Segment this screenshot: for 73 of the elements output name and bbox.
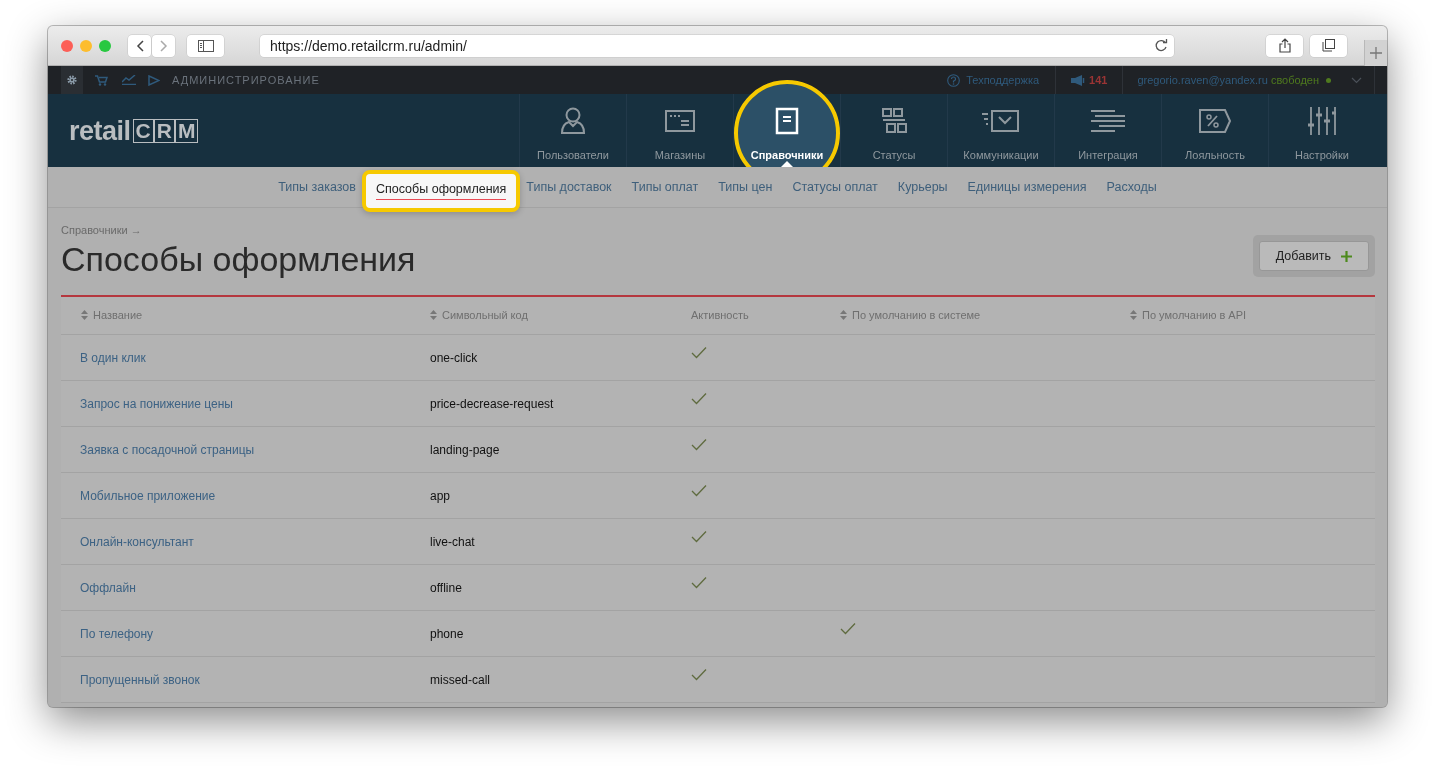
sort-icon <box>81 310 88 320</box>
plus-icon <box>1341 250 1352 262</box>
name-link[interactable]: Заявка с посадочной страницы <box>80 442 255 457</box>
discount-tag-icon <box>1199 109 1231 133</box>
envelope-icon <box>982 110 1020 132</box>
notification-count[interactable]: 141 <box>1089 74 1108 86</box>
column-header[interactable]: По умолчанию в API <box>1130 309 1247 321</box>
code-text: landing-page <box>430 442 500 457</box>
user-email[interactable]: gregorio.raven@yandex.ru <box>1137 74 1268 86</box>
name-link[interactable]: Онлайн-консультант <box>80 534 194 549</box>
support-link[interactable]: Техподдержка <box>966 74 1040 86</box>
sort-icon <box>430 310 437 320</box>
chart-icon[interactable] <box>122 75 136 85</box>
reload-icon[interactable] <box>1155 39 1168 52</box>
subnav-tab[interactable]: Типы оплат <box>621 180 709 194</box>
forward-button[interactable] <box>152 34 175 57</box>
cart-icon[interactable] <box>95 74 108 86</box>
share-button[interactable] <box>1266 34 1303 57</box>
code-text: missed-call <box>430 672 490 687</box>
sidebar-button[interactable] <box>187 34 224 57</box>
tabs-icon <box>1322 39 1335 52</box>
add-button[interactable]: Добавить <box>1258 241 1369 271</box>
tabs-button[interactable] <box>1310 34 1347 57</box>
sort-icon <box>1130 310 1137 320</box>
section-title: АДМИНИСТРИРОВАНИЕ <box>172 74 320 86</box>
page-title: Способы оформления <box>61 240 416 279</box>
code-text: phone <box>430 626 464 641</box>
subnav-tab[interactable]: Курьеры <box>887 180 958 194</box>
code-text: price-decrease-request <box>430 396 554 411</box>
column-header[interactable]: По умолчанию в системе <box>840 309 981 321</box>
name-link[interactable]: Оффлайн <box>80 580 136 595</box>
back-button[interactable] <box>128 34 151 57</box>
help-icon[interactable] <box>947 73 961 87</box>
new-tab-button[interactable] <box>1364 40 1387 66</box>
sort-icon <box>840 310 847 320</box>
subnav-tab[interactable]: Расходы <box>1096 180 1167 194</box>
settings-icon[interactable] <box>61 66 83 94</box>
zoom-window-button[interactable] <box>99 39 111 52</box>
subnav-tab[interactable]: Способы оформления <box>361 170 521 212</box>
close-window-button[interactable] <box>61 39 73 52</box>
address-bar[interactable]: https://demo.retailcrm.ru/admin/ <box>260 34 1174 57</box>
megaphone-icon[interactable] <box>1071 74 1086 86</box>
user-status: свободен <box>1270 74 1319 86</box>
minimize-window-button[interactable] <box>80 39 92 52</box>
chevron-right-icon <box>159 39 168 52</box>
share-icon <box>1278 38 1291 53</box>
name-link[interactable]: Пропущенный звонок <box>80 672 200 687</box>
window-icon <box>665 110 695 132</box>
sidebar-icon <box>197 39 214 52</box>
document-icon <box>775 107 799 135</box>
code-text: app <box>430 488 451 503</box>
chevron-down-icon[interactable] <box>1351 76 1362 84</box>
sliders-icon <box>1308 107 1336 135</box>
status-dot <box>1326 77 1331 83</box>
name-link[interactable]: По телефону <box>80 626 154 641</box>
grid-icon <box>881 108 907 134</box>
code-text: offline <box>430 580 462 595</box>
user-icon <box>560 107 586 135</box>
code-text: one-click <box>430 350 478 365</box>
chevron-left-icon <box>135 39 144 52</box>
play-icon[interactable] <box>148 74 160 86</box>
lines-icon <box>1091 109 1125 133</box>
column-header[interactable]: Символьный код <box>430 309 528 321</box>
subnav-tab[interactable]: Типы цен <box>708 180 783 194</box>
name-link[interactable]: Мобильное приложение <box>80 488 216 503</box>
column-header[interactable]: Название <box>81 309 143 321</box>
column-header: Активность <box>691 308 749 321</box>
plus-icon <box>1370 47 1382 59</box>
subnav-tab[interactable]: Единицы измерения <box>957 180 1097 194</box>
subnav-tab[interactable]: Статусы оплат <box>782 180 888 194</box>
name-link[interactable]: Запрос на понижение цены <box>80 396 233 411</box>
code-text: live-chat <box>430 534 475 549</box>
name-link[interactable]: В один клик <box>80 350 146 365</box>
